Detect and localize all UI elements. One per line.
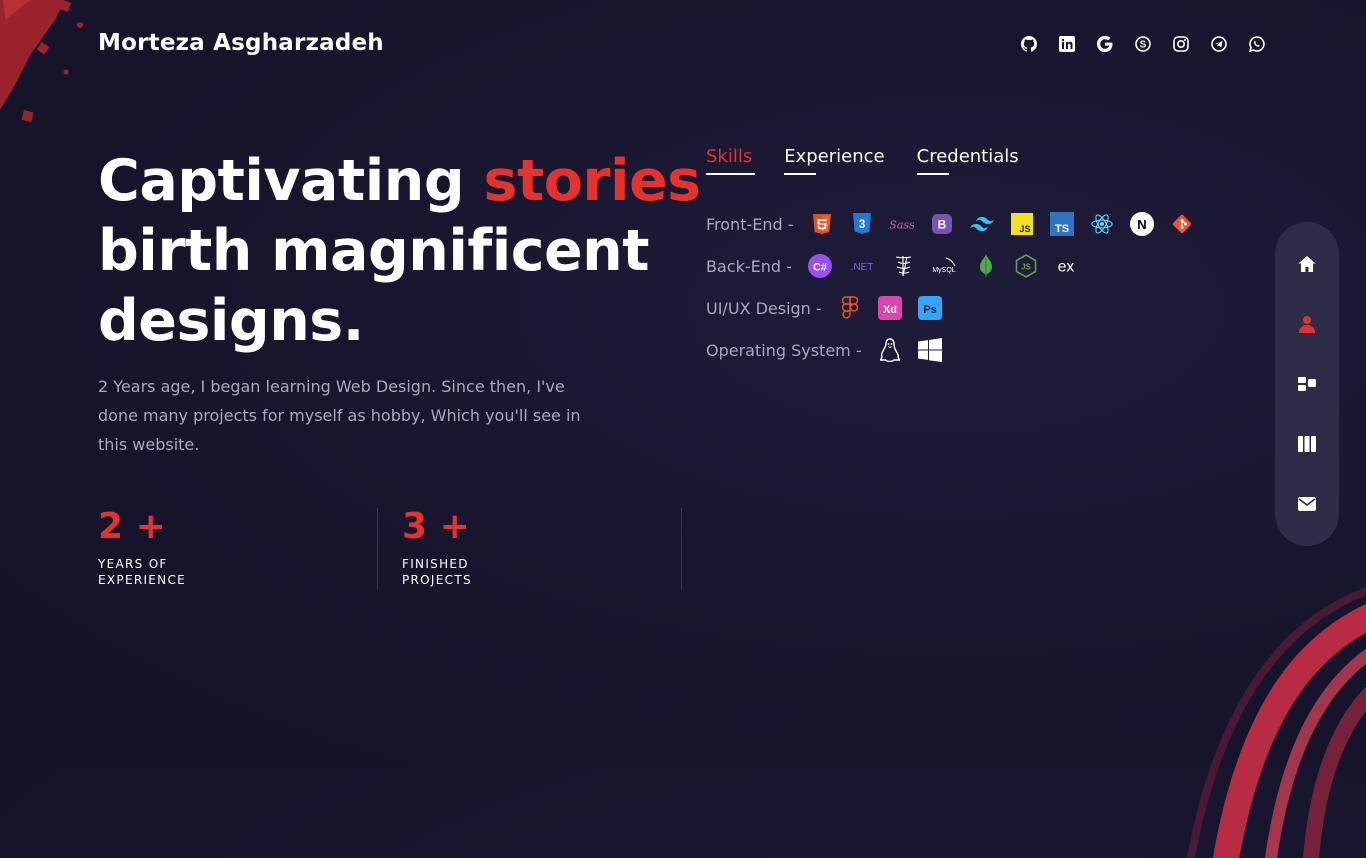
skill-category-label: Front-End - [706,214,794,234]
mongodb-icon [974,254,998,278]
skill-category-label: Back-End - [706,256,792,276]
skills-row-os: Operating System - [706,338,942,362]
sql-server-icon [892,254,916,278]
about-nav-icon[interactable] [1295,312,1319,336]
dotnet-icon: .NET [848,254,876,278]
css3-icon: 3 [850,212,874,236]
express-icon: ex [1054,254,1078,278]
sass-icon-text: Sass [890,219,914,232]
nodejs-icon: JS [1014,254,1038,278]
figma-icon [838,296,862,320]
stat-projects-value: 3 + [402,506,470,547]
github-icon[interactable] [1020,34,1038,54]
tab-experience[interactable]: Experience [784,146,885,175]
paint-splatter-decoration [0,0,83,123]
instagram-icon[interactable] [1172,34,1190,54]
skype-icon[interactable]: S [1134,34,1152,54]
mysql-icon-text: MySQL [932,267,955,274]
adobe-xd-icon: Xd [877,296,902,320]
contact-nav-icon[interactable] [1295,492,1319,516]
hero-headline: Captivating stories birth magnificent de… [98,146,701,356]
typescript-icon: TS [1049,212,1074,236]
headline-line-3: designs. [98,288,364,354]
ps-icon-text: Ps [923,304,936,316]
tailwind-icon [969,212,994,236]
html5-icon [810,212,834,236]
headline-line-2: birth magnificent [98,218,650,284]
stat-divider [681,508,682,590]
linkedin-icon[interactable] [1058,34,1076,54]
typescript-icon-text: TS [1054,223,1068,235]
services-nav-icon[interactable] [1295,432,1319,456]
csharp-icon: C# [807,254,832,278]
nextjs-icon-text: N [1137,217,1146,232]
home-nav-icon[interactable] [1295,252,1319,276]
whatsapp-icon[interactable] [1248,34,1266,54]
mysql-icon: MySQL [932,254,958,278]
stat-years: 2 + YEARS OF EXPERIENCE [98,507,208,588]
react-icon [1090,212,1114,236]
bootstrap-icon-text: B [937,218,946,232]
stat-divider [377,508,378,590]
sass-icon: Sass [890,212,914,236]
skills-row-ui-ux: UI/UX Design - Xd Ps [706,296,942,320]
headline-part-1: Captivating [98,148,484,214]
linux-icon [878,338,902,362]
photoshop-icon: Ps [917,296,942,320]
stat-years-label: YEARS OF EXPERIENCE [98,557,187,587]
stat-projects-label: FINISHED PROJECTS [402,557,472,587]
css3-icon-text: 3 [858,217,865,231]
site-logo[interactable]: Morteza Asgharzadeh [98,30,384,56]
skill-category-label: Operating System - [706,340,862,360]
headline-accent: stories [483,148,702,214]
svg-text:S: S [1140,40,1147,51]
google-icon[interactable] [1096,34,1114,54]
dotnet-icon-text: .NET [851,262,874,273]
csharp-icon-text: C# [813,262,827,274]
tab-credentials[interactable]: Credentials [916,146,1019,175]
intro-text: 2 Years age, I began learning Web Design… [98,377,581,454]
skill-category-label: UI/UX Design - [706,298,822,318]
git-icon [1170,212,1194,236]
nodejs-icon-text: JS [1021,263,1031,272]
nextjs-icon: N [1129,212,1154,236]
xd-icon-text: Xd [883,304,897,316]
javascript-icon-text: JS [1019,224,1030,234]
social-links: S [1020,34,1266,54]
tab-skills[interactable]: Skills [706,146,756,175]
javascript-icon: JS [1010,212,1034,236]
side-navigation [1275,222,1339,546]
skills-row-back-end: Back-End - C# .NET MySQL JS ex [706,254,1078,278]
telegram-icon[interactable] [1210,34,1228,54]
windows-icon [917,338,942,362]
skills-tabs: Skills Experience Credentials [706,146,1019,175]
portfolio-nav-icon[interactable] [1295,372,1319,396]
bootstrap-icon: B [930,212,954,236]
swirl-decoration [1187,587,1366,858]
stat-projects: 3 + FINISHED PROJECTS [402,507,512,588]
skills-row-front-end: Front-End - 3 Sass B JS TS N [706,212,1194,236]
express-icon-text: ex [1058,259,1075,276]
stat-years-value: 2 + [98,506,166,547]
